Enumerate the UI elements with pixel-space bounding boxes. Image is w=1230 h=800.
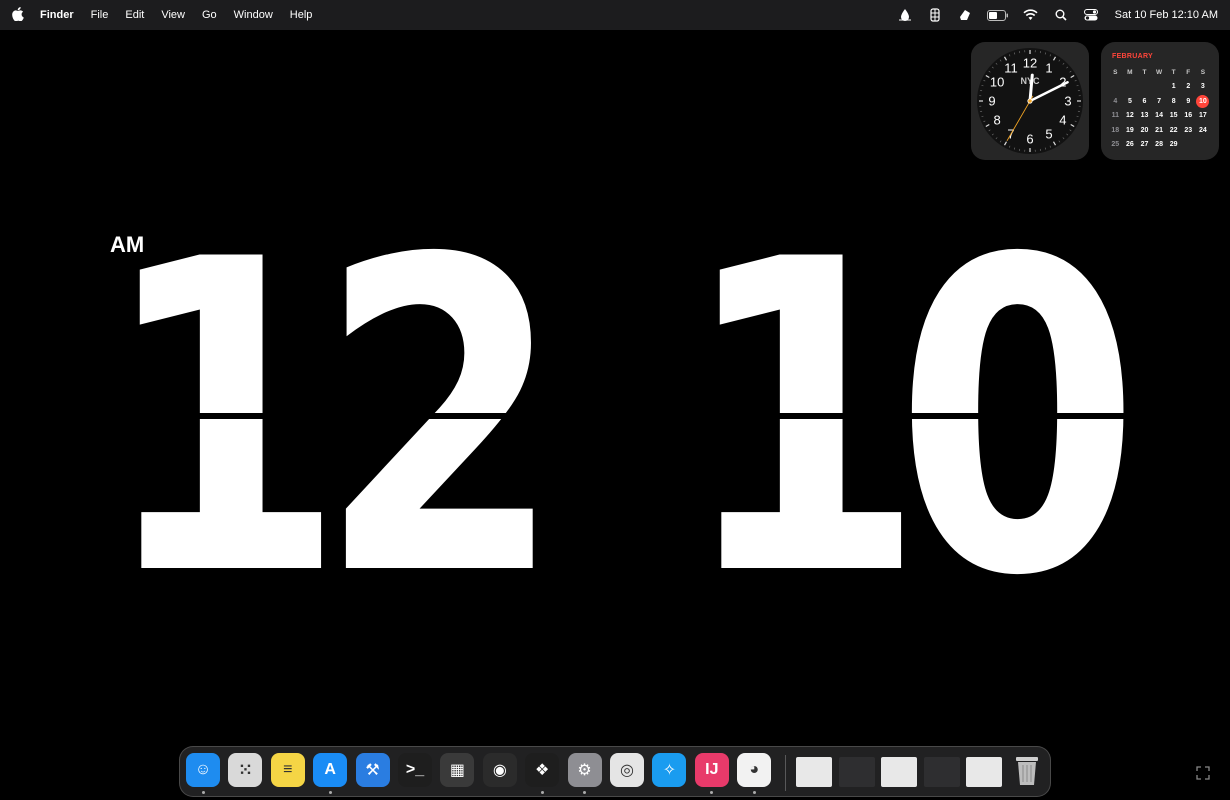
chrome-icon[interactable]: ◕	[737, 753, 772, 787]
xcode-icon[interactable]: ⚒	[355, 753, 390, 787]
minute-ones-digit: 0	[895, 170, 1141, 670]
fullscreen-icon[interactable]	[1196, 766, 1210, 780]
minimized-window-thumb-3[interactable]	[881, 757, 917, 787]
launchpad-icon[interactable]: ⁙	[228, 753, 263, 787]
blender-icon[interactable]: ◉	[482, 753, 517, 787]
minimized-window-thumb-2[interactable]	[838, 757, 875, 787]
running-indicator	[710, 791, 714, 794]
running-indicator	[328, 791, 332, 794]
notes-icon[interactable]: ≡	[270, 753, 305, 787]
figma-icon[interactable]: ❖	[525, 753, 560, 787]
intellij-icon[interactable]: IJ	[694, 753, 729, 787]
hour-ones-digit: 2	[318, 170, 564, 670]
minimized-window-thumb-5[interactable]	[966, 757, 1002, 787]
dock: ☺ ⁙ ≡ A ⚒ >_ ▦ ◉ ❖ ⚙ ◎ ✧ IJ ◕	[179, 746, 1051, 797]
flip-divider	[100, 413, 1130, 419]
minute-tens-digit: 1	[680, 170, 926, 670]
finder-icon[interactable]: ☺	[186, 753, 220, 787]
dock-separator	[785, 755, 786, 791]
running-indicator	[752, 791, 756, 794]
safari-icon[interactable]: ✧	[652, 753, 687, 787]
running-indicator	[201, 791, 205, 794]
trash-icon[interactable]	[1010, 753, 1044, 787]
terminal-icon[interactable]: >_	[398, 753, 432, 787]
minimized-window-thumb-1[interactable]	[796, 757, 832, 787]
motion-icon[interactable]: ◎	[610, 753, 644, 787]
minimized-window-thumb-4[interactable]	[923, 757, 960, 787]
app-store-icon[interactable]: A	[313, 753, 348, 787]
running-indicator	[583, 791, 587, 794]
hour-tens-digit: 1	[100, 170, 346, 670]
final-cut-icon[interactable]: ▦	[440, 753, 475, 787]
running-indicator	[540, 791, 544, 794]
system-settings-icon[interactable]: ⚙	[567, 753, 602, 787]
flip-clock: 1 2 1 0	[0, 0, 1230, 800]
